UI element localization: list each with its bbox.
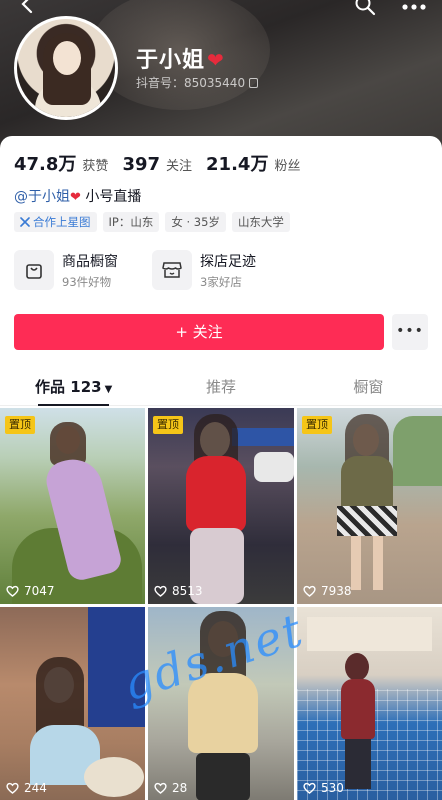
heart-outline-icon [303, 782, 316, 794]
tab-works[interactable]: 作品 123 ▼ [0, 370, 147, 406]
shop-window-title: 商品橱窗 [62, 253, 118, 270]
video-likes: 28 [154, 781, 187, 795]
likes-count: 28 [172, 781, 188, 795]
bio-mention-link[interactable]: @于小姐 [14, 189, 70, 205]
profile-card: 47.8万 获赞 397 关注 21.4万 粉丝 @于小姐❤ 小号直播 合作上星… [0, 136, 442, 800]
stat-likes-label: 获赞 [82, 159, 109, 174]
shop-window-entry[interactable]: 商品橱窗 93件好物 [14, 250, 118, 290]
stats-row: 47.8万 获赞 397 关注 21.4万 粉丝 [14, 150, 314, 176]
stat-followers-label: 粉丝 [274, 159, 301, 174]
store-visit-count: 3家好店 [200, 274, 242, 289]
heart-outline-icon [154, 782, 167, 794]
tag-label: 女 · 35岁 [171, 215, 220, 229]
copy-icon[interactable] [249, 78, 259, 88]
tag-label: 山东大学 [237, 215, 284, 229]
bio: @于小姐❤ 小号直播 [14, 186, 141, 206]
tag-school[interactable]: 山东大学 [231, 212, 290, 232]
video-likes: 8513 [154, 584, 203, 598]
tab-works-label: 作品 123 [35, 378, 102, 396]
follow-button[interactable]: + 关注 [14, 314, 384, 350]
video-likes: 7047 [6, 584, 55, 598]
profile-name-text: 于小姐 [136, 48, 206, 73]
likes-count: 8513 [172, 584, 203, 598]
stat-likes[interactable]: 47.8万 获赞 [14, 150, 108, 176]
likes-count: 244 [24, 781, 47, 795]
star-graph-icon [20, 217, 30, 227]
shop-window-count: 93件好物 [62, 274, 112, 289]
back-icon[interactable] [18, 0, 42, 18]
douyin-id[interactable]: 抖音号：85035440 [136, 74, 259, 91]
heart-outline-icon [303, 585, 316, 597]
video-thumbnail[interactable]: 28 [148, 607, 294, 800]
tab-window-label: 橱窗 [353, 378, 384, 396]
tab-recommend[interactable]: 推荐 [147, 370, 294, 405]
tab-window[interactable]: 橱窗 [295, 370, 442, 405]
more-icon[interactable] [400, 0, 428, 16]
avatar[interactable] [14, 16, 118, 120]
heart-icon: ❤ [207, 48, 225, 72]
stat-followers[interactable]: 21.4万 粉丝 [206, 150, 300, 176]
bio-text: 小号直播 [85, 189, 142, 205]
pinned-badge: 置顶 [5, 416, 35, 434]
profile-name: 于小姐 ❤ [136, 42, 225, 74]
stat-following[interactable]: 397 关注 [122, 154, 192, 175]
content-tabs: 作品 123 ▼ 推荐 橱窗 [0, 370, 442, 406]
heart-icon: ❤ [70, 190, 81, 205]
pinned-badge: 置顶 [302, 416, 332, 434]
stat-following-label: 关注 [166, 159, 193, 174]
video-grid: 置顶 7047 置顶 8513 置顶 7938 244 28 530 [0, 408, 442, 800]
likes-count: 530 [321, 781, 344, 795]
caret-down-icon: ▼ [104, 384, 113, 395]
video-thumbnail[interactable]: 244 [0, 607, 145, 800]
tag-label: 合作上星图 [33, 215, 91, 229]
heart-outline-icon [6, 585, 19, 597]
stat-followers-value: 21.4万 [206, 154, 269, 175]
video-likes: 530 [303, 781, 344, 795]
tag-star-graph[interactable]: 合作上星图 [14, 212, 97, 232]
profile-tags: 合作上星图 IP：山东 女 · 35岁 山东大学 [14, 212, 296, 232]
heart-outline-icon [6, 782, 19, 794]
likes-count: 7047 [24, 584, 55, 598]
tag-label: IP：山东 [108, 215, 154, 229]
more-actions-button[interactable]: ••• [392, 314, 428, 350]
likes-count: 7938 [321, 584, 352, 598]
tag-gender-age: 女 · 35岁 [165, 212, 226, 232]
stat-likes-value: 47.8万 [14, 154, 77, 175]
video-thumbnail[interactable]: 530 [297, 607, 442, 800]
tag-ip: IP：山东 [102, 212, 160, 232]
video-thumbnail[interactable]: 置顶 7047 [0, 408, 145, 604]
search-icon[interactable] [354, 0, 378, 18]
profile-banner: 于小姐 ❤ 抖音号：85035440 [0, 0, 442, 150]
video-likes: 244 [6, 781, 47, 795]
video-likes: 7938 [303, 584, 352, 598]
pinned-badge: 置顶 [153, 416, 183, 434]
profile-page: 于小姐 ❤ 抖音号：85035440 47.8万 获赞 397 关注 21.4万 … [0, 0, 442, 800]
store-visit-entry[interactable]: 探店足迹 3家好店 [152, 250, 256, 290]
stat-following-value: 397 [122, 154, 161, 175]
store-icon [152, 250, 192, 290]
heart-outline-icon [154, 585, 167, 597]
video-thumbnail[interactable]: 置顶 8513 [148, 408, 294, 604]
store-visit-title: 探店足迹 [200, 253, 256, 270]
shopping-bag-icon [14, 250, 54, 290]
tab-recommend-label: 推荐 [205, 378, 236, 396]
douyin-id-text: 抖音号：85035440 [136, 76, 246, 90]
video-thumbnail[interactable]: 置顶 7938 [297, 408, 442, 604]
